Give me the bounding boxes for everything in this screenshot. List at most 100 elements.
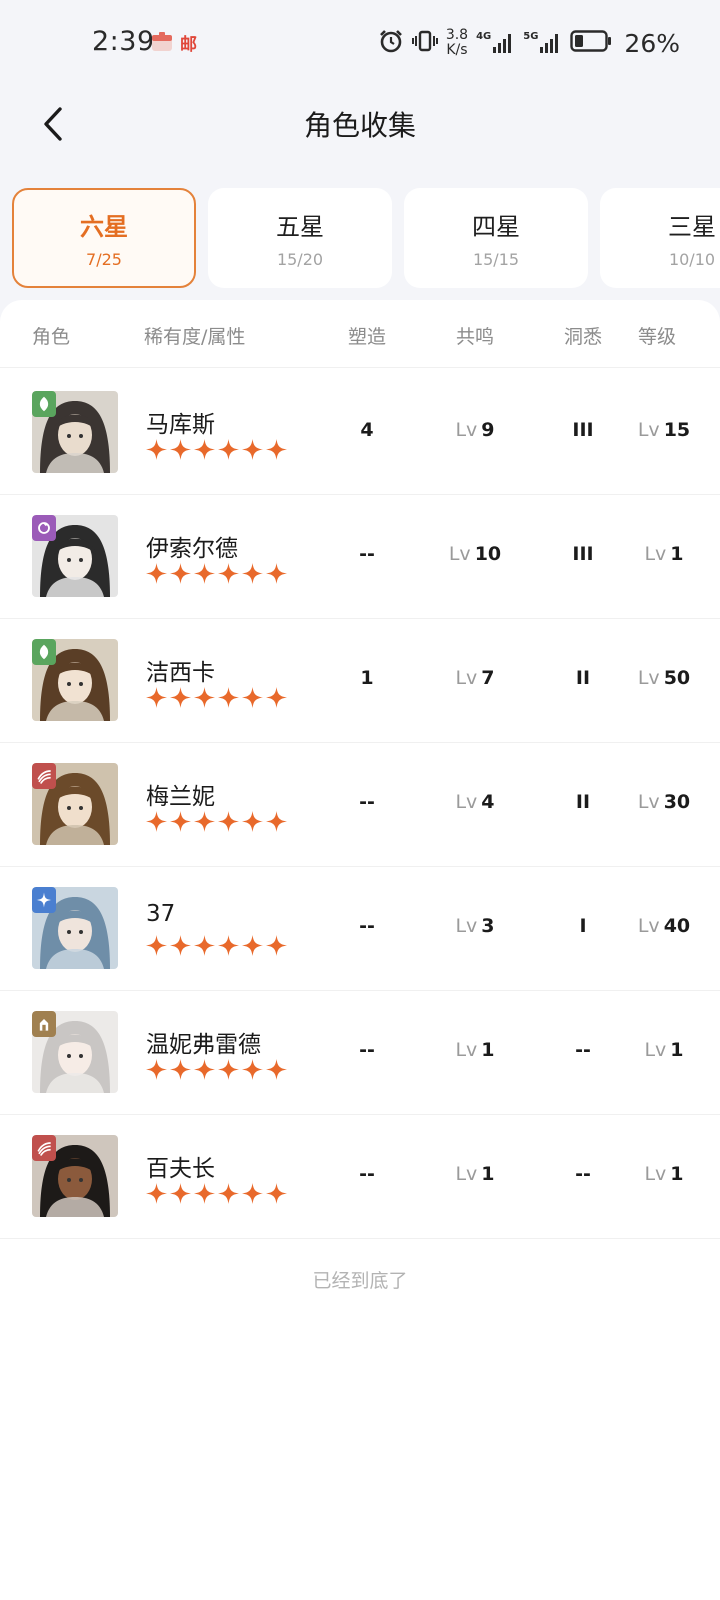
lv-prefix: Lv — [455, 1039, 478, 1061]
character-name: 马库斯 — [146, 412, 215, 438]
star-icon — [242, 1059, 263, 1084]
lv-prefix: Lv — [455, 791, 478, 813]
character-level: 1 — [670, 543, 684, 565]
resonance-level: 1 — [481, 1039, 495, 1061]
star-icon — [146, 1183, 167, 1208]
star-icon — [146, 1059, 167, 1084]
insight-value: III — [572, 419, 594, 441]
resonance-level: 1 — [481, 1163, 495, 1185]
table-row[interactable]: 梅兰妮 -- Lv 4 II Lv 30 — [0, 741, 720, 867]
lv-prefix: Lv — [637, 419, 660, 441]
lv-prefix: Lv — [455, 915, 478, 937]
resonance-value: Lv 3 — [430, 915, 520, 937]
table-row[interactable]: 伊索尔德 -- Lv 10 III Lv 1 — [0, 493, 720, 619]
rarity-stars — [146, 1183, 287, 1208]
tab-six-star[interactable]: 六星 7/25 — [12, 188, 196, 288]
rarity-stars — [146, 563, 287, 588]
signal-4g-icon: 4G — [476, 31, 515, 55]
star-icon — [194, 439, 215, 464]
character-level: 1 — [670, 1039, 684, 1061]
lv-prefix: Lv — [644, 543, 667, 565]
network-speed-value: 3.8 — [445, 27, 469, 43]
lv-prefix: Lv — [637, 915, 660, 937]
star-icon — [218, 563, 239, 588]
character-avatar — [32, 391, 118, 473]
shape-value: 1 — [360, 667, 374, 689]
table-row[interactable]: 37 -- Lv 3 I Lv 40 — [0, 865, 720, 991]
star-icon — [194, 1059, 215, 1084]
page-title: 角色收集 — [303, 109, 416, 142]
lv-prefix: Lv — [644, 1163, 667, 1185]
plant-attribute-icon — [32, 639, 56, 665]
header-rarity: 稀有度/属性 — [144, 326, 246, 348]
star-icon — [194, 563, 215, 588]
vibrate-icon — [411, 28, 438, 58]
signal-5g-icon: 5G — [523, 31, 562, 55]
tab-count: 10/10 — [668, 250, 716, 269]
star-icon — [170, 563, 191, 588]
character-table: 角色 稀有度/属性 塑造 共鸣 洞悉 等级 马库斯 4 Lv 9 III Lv 15… — [0, 300, 720, 1600]
star-icon — [194, 811, 215, 836]
lv-prefix: Lv — [637, 791, 660, 813]
rarity-stars — [146, 811, 287, 836]
shape-value: -- — [359, 1039, 375, 1061]
rarity-stars — [146, 1059, 287, 1084]
shape-value: 4 — [360, 419, 374, 441]
star-icon — [266, 439, 287, 464]
table-row[interactable]: 温妮弗雷德 -- Lv 1 -- Lv 1 — [0, 989, 720, 1115]
lv-prefix: Lv — [644, 1039, 667, 1061]
lv-prefix: Lv — [455, 1163, 478, 1185]
status-right-cluster: 3.8 K/s 4G 5G 26% — [378, 26, 680, 60]
notification-app-icon — [150, 30, 174, 54]
resonance-level: 7 — [481, 667, 495, 689]
star-icon — [146, 439, 167, 464]
plant-attribute-icon — [32, 391, 56, 417]
table-row[interactable]: 洁西卡 1 Lv 7 II Lv 50 — [0, 617, 720, 743]
star-icon — [170, 1183, 191, 1208]
resonance-value: Lv 1 — [430, 1039, 520, 1061]
star-icon — [218, 1183, 239, 1208]
level-value: Lv 1 — [624, 1039, 704, 1061]
tab-five-star[interactable]: 五星 15/20 — [208, 188, 392, 288]
table-row[interactable]: 马库斯 4 Lv 9 III Lv 15 — [0, 369, 720, 495]
star-icon — [218, 811, 239, 836]
character-name: 洁西卡 — [146, 660, 215, 686]
rarity-tabs: 六星 7/25 五星 15/20 四星 15/15 三星 10/10 — [12, 188, 720, 288]
star-icon — [146, 811, 167, 836]
star-icon — [170, 687, 191, 712]
level-value: Lv 1 — [624, 1163, 704, 1185]
mineral-attribute-icon — [32, 1011, 56, 1037]
header-resonance: 共鸣 — [456, 326, 495, 348]
character-avatar — [32, 887, 118, 969]
insight-value: III — [572, 543, 594, 565]
header-level: 等级 — [638, 326, 677, 348]
level-value: Lv 15 — [624, 419, 704, 441]
star-icon — [170, 1059, 191, 1084]
star-icon — [194, 935, 215, 960]
tab-four-star[interactable]: 四星 15/15 — [404, 188, 588, 288]
resonance-level: 4 — [481, 791, 495, 813]
star-icon — [266, 687, 287, 712]
shape-value: -- — [359, 543, 375, 565]
shape-value: -- — [359, 915, 375, 937]
star-icon — [194, 687, 215, 712]
tab-three-star[interactable]: 三星 10/10 — [600, 188, 720, 288]
insight-value: -- — [575, 1163, 591, 1185]
lv-prefix: Lv — [455, 667, 478, 689]
star-icon — [170, 439, 191, 464]
battery-icon — [570, 29, 612, 57]
resonance-value: Lv 4 — [430, 791, 520, 813]
insight-value: II — [575, 791, 591, 813]
table-row[interactable]: 百夫长 -- Lv 1 -- Lv 1 — [0, 1113, 720, 1239]
tab-label: 三星 — [668, 213, 716, 241]
alarm-icon — [378, 28, 404, 58]
shape-value: -- — [359, 791, 375, 813]
character-avatar — [32, 515, 118, 597]
network-speed-unit: K/s — [446, 42, 468, 58]
resonance-value: Lv 7 — [430, 667, 520, 689]
star-icon — [242, 687, 263, 712]
star-icon — [218, 1059, 239, 1084]
star-icon — [266, 1059, 287, 1084]
character-avatar — [32, 763, 118, 845]
character-avatar — [32, 1135, 118, 1217]
